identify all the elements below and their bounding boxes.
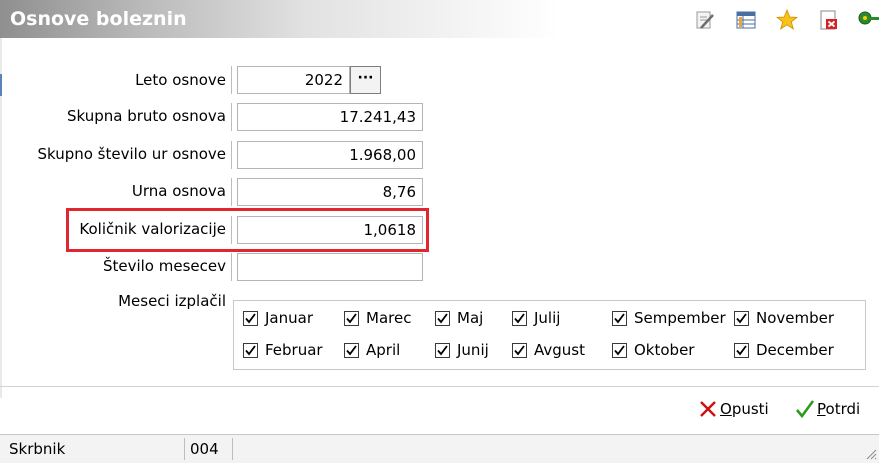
month-checkbox-marec[interactable]: Marec bbox=[344, 309, 411, 327]
month-checkbox-avgust[interactable]: Avgust bbox=[512, 341, 585, 359]
month-label: Januar bbox=[265, 309, 313, 327]
month-checkbox-maj[interactable]: Maj bbox=[435, 309, 483, 327]
month-checkbox-januar[interactable]: Januar bbox=[243, 309, 313, 327]
resize-grip-icon[interactable] bbox=[864, 447, 877, 460]
check-icon bbox=[437, 344, 448, 355]
confirm-button[interactable]: Potrdi bbox=[795, 399, 860, 419]
separator bbox=[231, 141, 232, 169]
checkbox[interactable] bbox=[734, 310, 749, 326]
separator bbox=[231, 66, 232, 94]
table-icon[interactable] bbox=[735, 9, 757, 31]
status-user: Skrbnik bbox=[9, 440, 66, 458]
urna-osnova-input[interactable]: 8,76 bbox=[237, 178, 423, 206]
month-checkbox-junij[interactable]: Junij bbox=[435, 341, 489, 359]
checkbox[interactable] bbox=[344, 342, 359, 358]
month-label: April bbox=[366, 341, 401, 359]
label-meseci-izplacil: Meseci izplačil bbox=[118, 292, 226, 310]
checkbox[interactable] bbox=[243, 342, 258, 358]
month-label: Junij bbox=[457, 341, 489, 359]
key-icon[interactable] bbox=[857, 9, 879, 31]
confirm-accesskey: P bbox=[817, 400, 826, 418]
leto-osnove-browse-button[interactable]: ··· bbox=[350, 66, 381, 94]
check-icon bbox=[614, 344, 625, 355]
window-title: Osnove boleznin bbox=[10, 8, 187, 30]
check-icon bbox=[437, 312, 448, 323]
month-label: Maj bbox=[457, 309, 484, 327]
cancel-x-icon bbox=[700, 401, 716, 417]
separator bbox=[231, 103, 232, 131]
month-label: December bbox=[756, 341, 834, 359]
title-bar: Osnove boleznin bbox=[0, 0, 879, 38]
checkbox[interactable] bbox=[344, 310, 359, 326]
check-icon bbox=[514, 344, 525, 355]
checkbox[interactable] bbox=[512, 342, 527, 358]
label-urna-osnova: Urna osnova bbox=[131, 182, 226, 200]
delete-doc-icon[interactable] bbox=[817, 9, 839, 31]
checkmark-icon bbox=[796, 400, 815, 419]
check-icon bbox=[614, 312, 625, 323]
check-icon bbox=[736, 312, 747, 323]
checkbox[interactable] bbox=[734, 342, 749, 358]
cancel-label: pusti bbox=[731, 400, 769, 418]
checkbox[interactable] bbox=[612, 310, 627, 326]
month-checkbox-december[interactable]: December bbox=[734, 341, 834, 359]
checkbox[interactable] bbox=[243, 310, 258, 326]
check-icon bbox=[514, 312, 525, 323]
status-code: 004 bbox=[190, 440, 219, 458]
month-label: Februar bbox=[265, 341, 323, 359]
check-icon bbox=[245, 312, 256, 323]
month-label: Sempember bbox=[634, 309, 726, 327]
month-checkbox-april[interactable]: April bbox=[344, 341, 400, 359]
status-bar: Skrbnik 004 bbox=[0, 434, 879, 463]
check-icon bbox=[346, 344, 357, 355]
month-label: Julij bbox=[534, 309, 561, 327]
label-leto-osnove: Leto osnove bbox=[135, 71, 226, 89]
month-label: Avgust bbox=[534, 341, 585, 359]
checkbox[interactable] bbox=[435, 310, 450, 326]
checkbox[interactable] bbox=[512, 310, 527, 326]
month-checkbox-november[interactable]: November bbox=[734, 309, 834, 327]
checkbox[interactable] bbox=[612, 342, 627, 358]
cancel-accesskey: O bbox=[720, 400, 732, 418]
month-label: Marec bbox=[366, 309, 412, 327]
leto-osnove-input[interactable]: 2022 bbox=[237, 66, 350, 94]
skupna-bruto-input[interactable]: 17.241,43 bbox=[237, 103, 423, 131]
check-icon bbox=[346, 312, 357, 323]
divider bbox=[0, 386, 879, 387]
confirm-label: otrdi bbox=[825, 400, 861, 418]
label-skupno-ur: Skupno število ur osnove bbox=[37, 145, 226, 163]
star-icon[interactable] bbox=[776, 9, 798, 31]
month-checkbox-sempember[interactable]: Sempember bbox=[612, 309, 726, 327]
skupno-ur-input[interactable]: 1.968,00 bbox=[237, 141, 423, 169]
month-label: Oktober bbox=[634, 341, 695, 359]
month-label: November bbox=[756, 309, 835, 327]
edit-icon[interactable] bbox=[694, 9, 716, 31]
check-icon bbox=[245, 344, 256, 355]
separator bbox=[231, 178, 232, 206]
stevilo-mesecev-input[interactable] bbox=[237, 253, 423, 281]
status-separator bbox=[232, 438, 233, 460]
kolicnik-highlight-box bbox=[66, 208, 429, 252]
label-stevilo-mesecev: Število mesecev bbox=[102, 257, 226, 275]
checkbox[interactable] bbox=[435, 342, 450, 358]
cancel-button[interactable]: Opusti bbox=[698, 399, 769, 419]
label-skupna-bruto: Skupna bruto osnova bbox=[66, 107, 226, 125]
month-checkbox-julij[interactable]: Julij bbox=[512, 309, 560, 327]
status-separator bbox=[184, 438, 185, 460]
month-checkbox-oktober[interactable]: Oktober bbox=[612, 341, 694, 359]
month-checkbox-februar[interactable]: Februar bbox=[243, 341, 323, 359]
check-icon bbox=[736, 344, 747, 355]
separator bbox=[231, 253, 232, 281]
